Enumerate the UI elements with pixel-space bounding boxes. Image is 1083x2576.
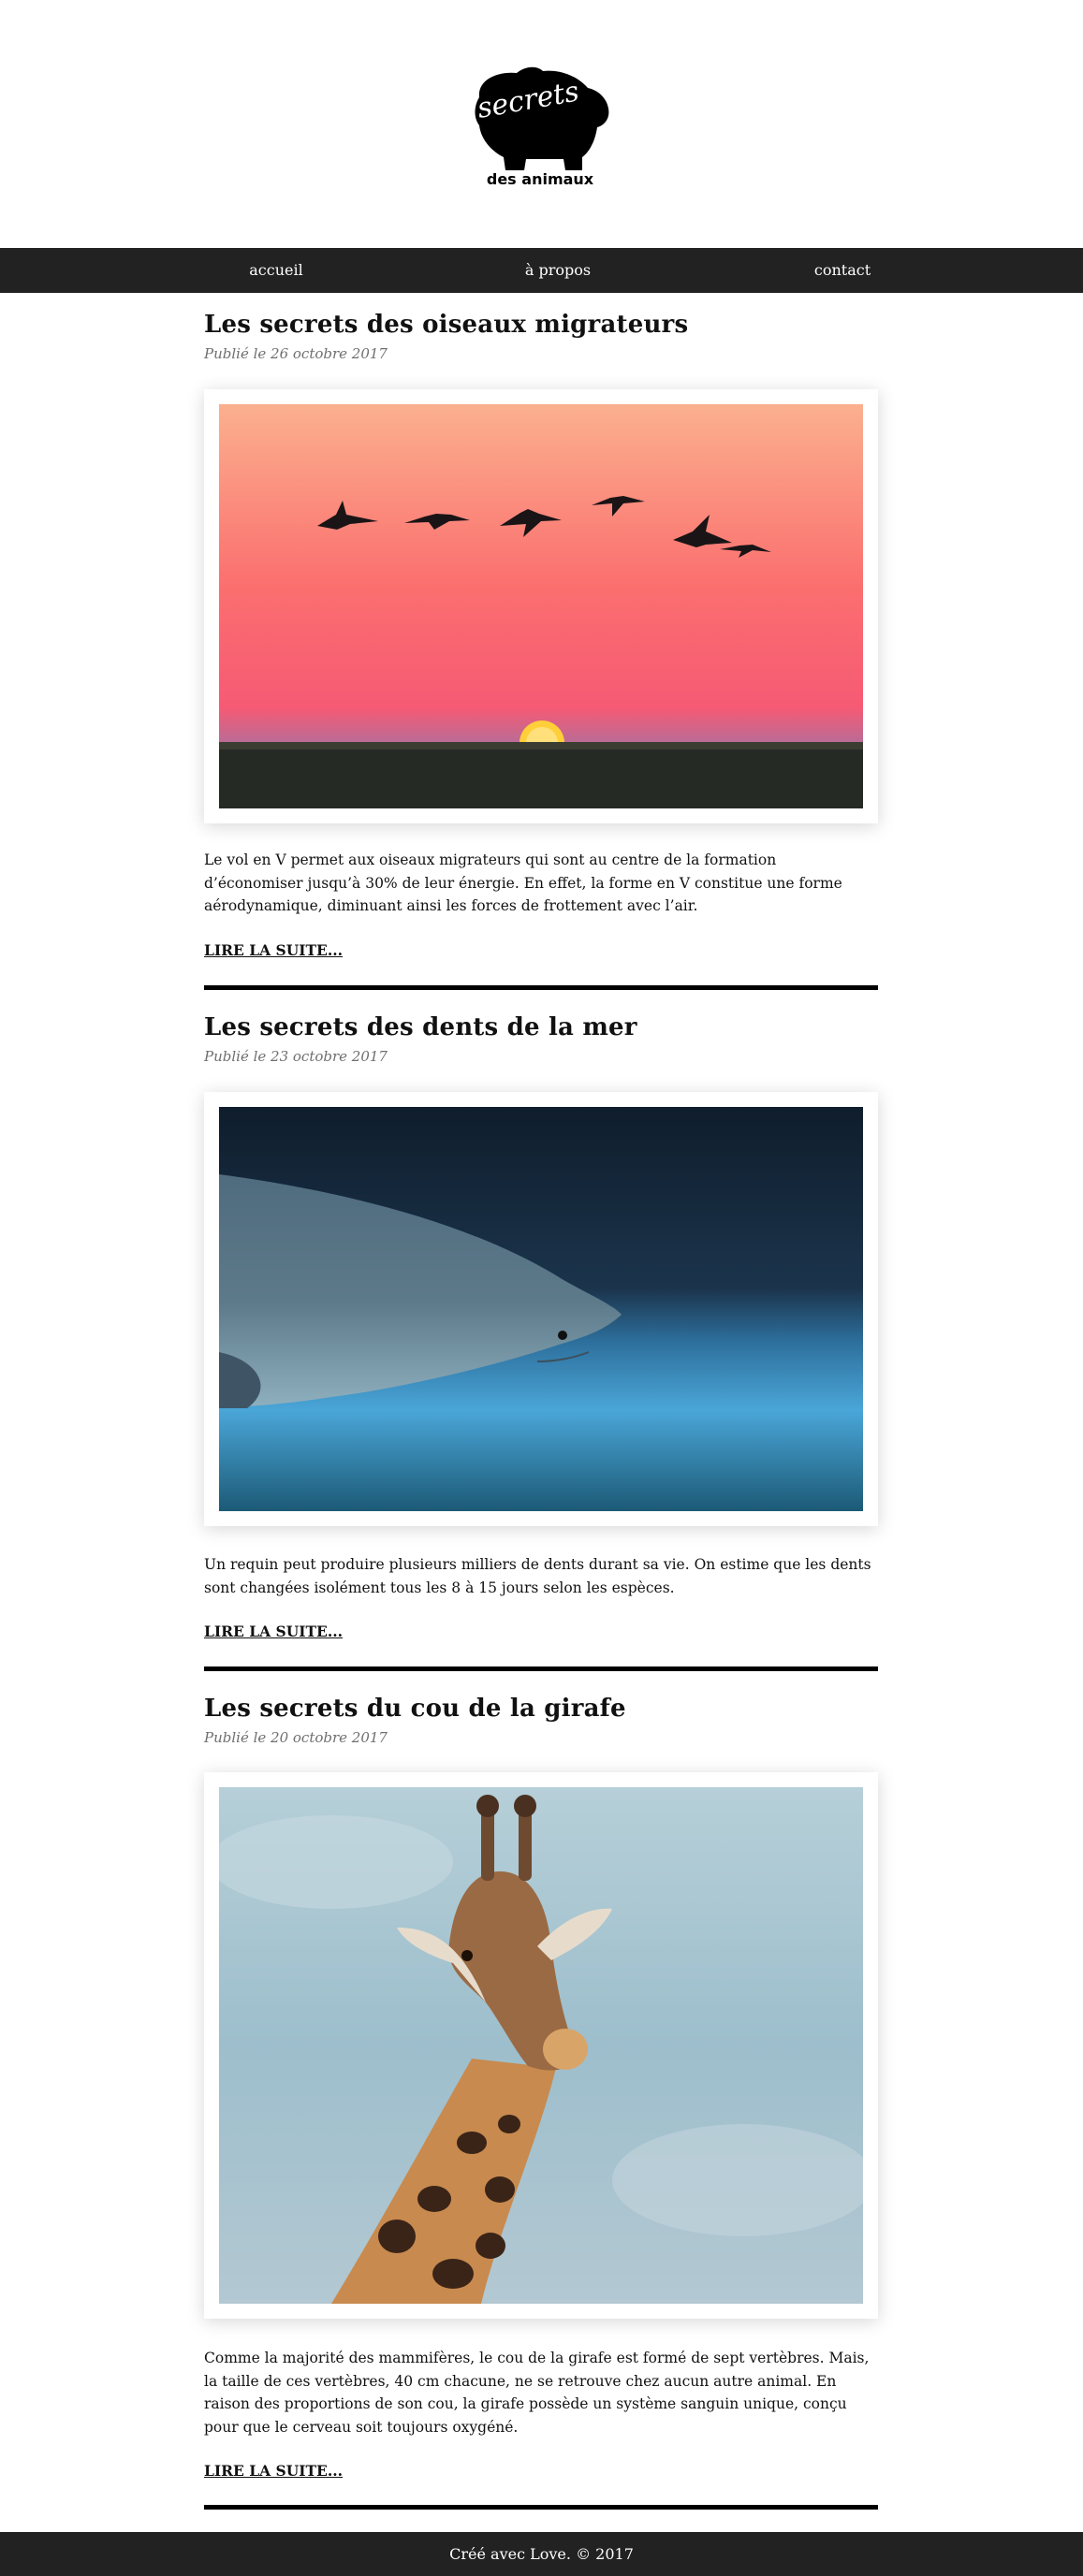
post-date: Publié le 20 octobre 2017 xyxy=(204,1729,388,1746)
read-more-link[interactable]: LIRE LA SUITE... xyxy=(204,1623,343,1640)
site-footer: Créé avec Love. © 2017 xyxy=(0,2532,1083,2576)
post-excerpt: Comme la majorité des mammifères, le cou… xyxy=(204,2350,870,2436)
nav-link-a-propos[interactable]: à propos xyxy=(525,248,591,293)
bear-logo[interactable]: secrets des animaux xyxy=(468,60,613,188)
nav-link-contact[interactable]: contact xyxy=(814,248,871,293)
post-separator xyxy=(204,1666,878,1671)
site-header: secrets des animaux xyxy=(0,0,1083,248)
giraffe-photo[interactable] xyxy=(219,1787,863,2304)
nav-link-accueil[interactable]: accueil xyxy=(249,248,302,293)
birds-sunset-photo[interactable] xyxy=(219,404,863,808)
post-separator xyxy=(204,2505,878,2510)
post-title[interactable]: Les secrets des dents de la mer xyxy=(204,1013,637,1041)
post-title[interactable]: Les secrets du cou de la girafe xyxy=(204,1695,626,1723)
post-image-card xyxy=(204,1772,878,2319)
post-title[interactable]: Les secrets des oiseaux migrateurs xyxy=(204,311,688,339)
read-more-link[interactable]: LIRE LA SUITE... xyxy=(204,941,343,959)
post-date: Publié le 23 octobre 2017 xyxy=(204,1048,388,1065)
post-image-card xyxy=(204,1092,878,1526)
post-excerpt: Le vol en V permet aux oiseaux migrateur… xyxy=(204,851,842,914)
post-date: Publié le 26 octobre 2017 xyxy=(204,345,388,362)
shark-photo[interactable] xyxy=(219,1107,863,1511)
post-excerpt: Un requin peut produire plusieurs millie… xyxy=(204,1556,871,1596)
main-navbar: accueil à propos contact xyxy=(0,248,1083,293)
read-more-link[interactable]: LIRE LA SUITE... xyxy=(204,2462,343,2480)
post-separator xyxy=(204,985,878,990)
logo-subtitle-text: des animaux xyxy=(487,170,594,185)
post-image-card xyxy=(204,389,878,823)
